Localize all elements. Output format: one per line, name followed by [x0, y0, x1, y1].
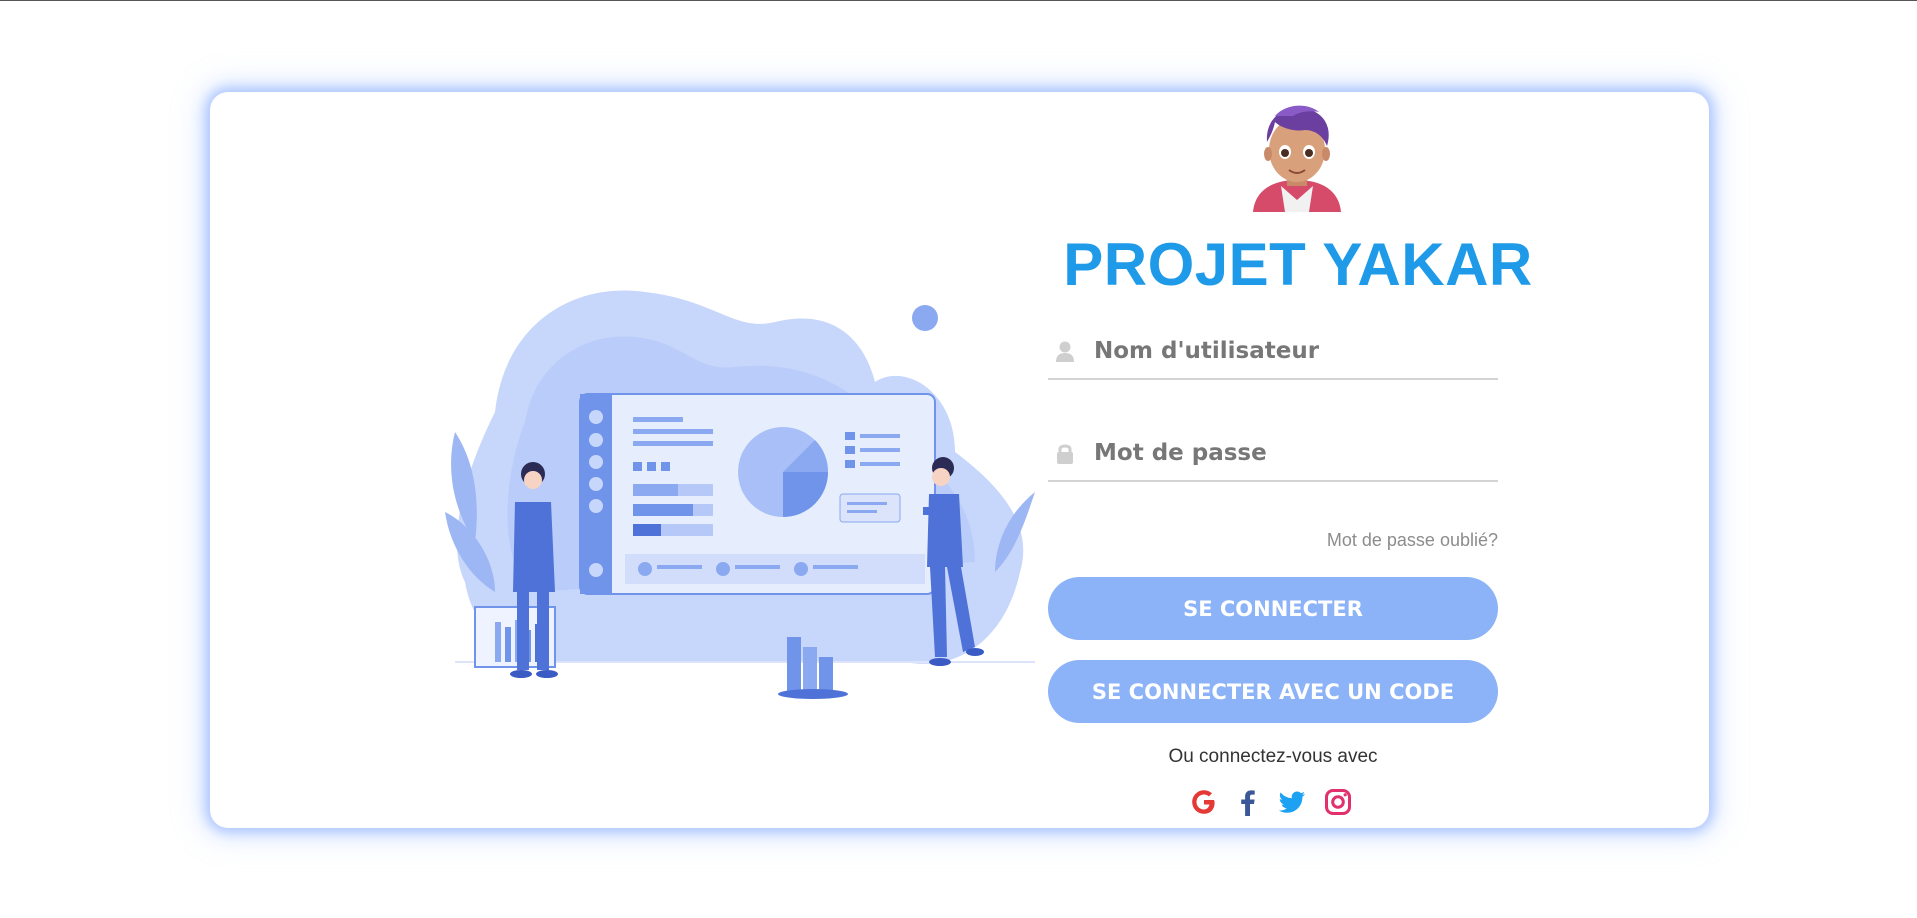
facebook-icon[interactable] [1232, 786, 1264, 818]
password-input[interactable] [1092, 428, 1496, 478]
login-card: PROJET YAKAR Mot de passe oublié? SE CON… [210, 92, 1709, 828]
login-button[interactable]: SE CONNECTER [1048, 577, 1498, 640]
user-icon [1056, 341, 1074, 362]
twitter-icon[interactable] [1276, 786, 1308, 818]
username-field-wrapper [1048, 326, 1498, 380]
instagram-icon[interactable] [1322, 786, 1354, 818]
social-login-icons [1188, 786, 1368, 820]
top-border [0, 0, 1917, 1]
password-field-wrapper [1048, 428, 1498, 482]
forgot-password-link[interactable]: Mot de passe oublié? [1290, 530, 1498, 551]
alt-login-text: Ou connectez-vous avec [1168, 746, 1378, 767]
google-icon[interactable] [1188, 786, 1220, 818]
lock-icon [1057, 444, 1073, 464]
username-input[interactable] [1092, 326, 1496, 376]
dashboard-illustration [445, 290, 1035, 699]
page-title: PROJET YAKAR [1063, 231, 1533, 298]
code-login-button[interactable]: SE CONNECTER AVEC UN CODE [1048, 660, 1498, 723]
avatar [1253, 105, 1341, 212]
